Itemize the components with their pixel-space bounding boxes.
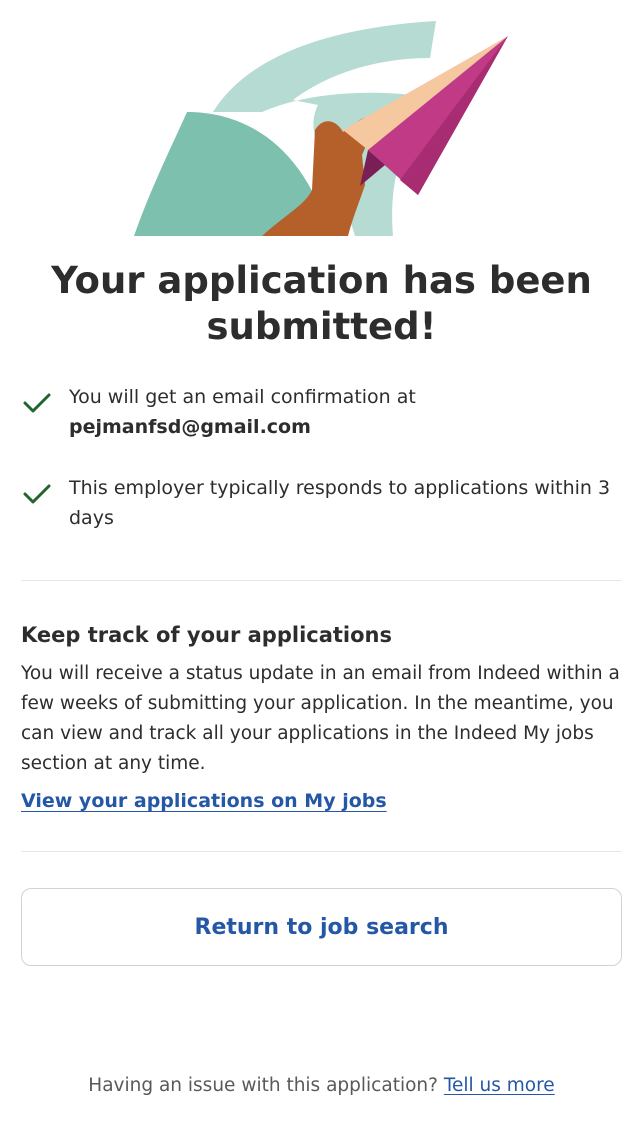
checkmark-icon [22,382,56,442]
feedback-prompt: Having an issue with this application? [88,1075,444,1096]
response-time-item: This employer typically responds to appl… [22,473,622,533]
track-applications-description: You will receive a status update in an e… [21,663,620,774]
return-to-job-search-button[interactable]: Return to job search [21,888,622,966]
feedback-footer: Having an issue with this application? T… [0,1071,643,1101]
email-confirmation-text: You will get an email confirmation at pe… [69,382,416,442]
confirmation-email: pejmanfsd@gmail.com [69,416,311,438]
section-divider [21,851,622,852]
email-confirmation-label: You will get an email confirmation at [69,386,416,408]
email-confirmation-item: You will get an email confirmation at pe… [22,382,622,442]
page-title: Your application has been submitted! [51,259,592,348]
response-time-text: This employer typically responds to appl… [69,477,611,529]
checkmark-icon [22,473,56,533]
tell-us-more-link[interactable]: Tell us more [444,1075,555,1096]
paper-plane-hand-icon [134,21,508,236]
track-applications-heading: Keep track of your applications [21,623,392,647]
section-divider [21,580,622,581]
hero-illustration [0,0,643,240]
view-my-jobs-link[interactable]: View your applications on My jobs [21,786,387,816]
